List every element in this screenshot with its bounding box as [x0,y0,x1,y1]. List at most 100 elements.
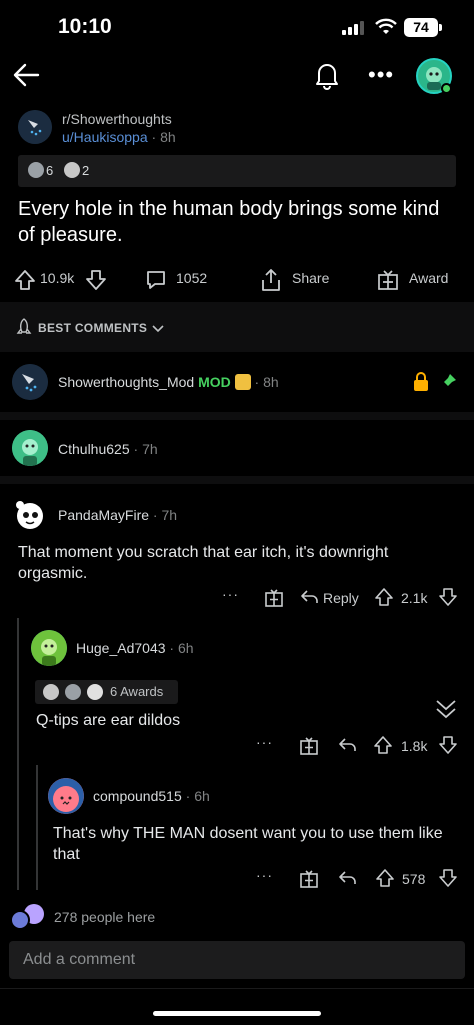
collapse-chevron-icon[interactable] [434,698,458,720]
award-count-1: 6 [46,163,54,178]
comment-sort-dropdown[interactable]: BEST COMMENTS [14,318,164,336]
comment-username[interactable]: Huge_Ad7043 [76,640,166,656]
upvote-icon[interactable] [374,587,394,607]
comment-more-icon[interactable]: ··· [256,867,273,883]
award-gift-icon[interactable] [299,736,319,756]
comment-actions: ··· Reply 2.1k [0,586,474,610]
reply-arrow-icon[interactable] [300,589,318,605]
award-icon [28,162,44,178]
award-count-2: 2 [82,163,90,178]
downvote-icon[interactable] [438,587,458,607]
mod-avatar[interactable] [12,364,48,400]
comment-more-icon[interactable]: ··· [256,734,273,750]
comment-vote-count: 578 [402,871,426,887]
comment-bubble-icon[interactable] [145,269,167,291]
comment-header[interactable]: Cthulhu625 · 7h [58,441,158,457]
downvote-icon[interactable] [438,735,458,755]
comment-username[interactable]: PandaMayFire [58,507,149,523]
post-actions: 10.9k 1052 Share Award [0,262,474,300]
comment-vote-count: 1.8k [401,738,428,754]
award-group-2: 2 [64,162,89,178]
upvote-icon[interactable] [14,269,36,291]
comment-age: 6h [177,640,194,656]
downvote-icon[interactable] [85,269,107,291]
award-button[interactable]: Award [409,270,448,286]
post-vote-count: 10.9k [40,270,75,286]
cellular-signal-icon [342,21,364,35]
comment-avatar[interactable] [12,430,48,466]
rocket-icon [16,318,32,334]
back-arrow-icon[interactable] [12,60,42,90]
comment-username[interactable]: Cthulhu625 [58,441,130,457]
comment-username[interactable]: Showerthoughts_Mod [58,374,194,390]
notification-bell-icon[interactable] [313,60,341,90]
post-author-name[interactable]: u/Haukisoppa [62,129,148,145]
comment-count[interactable]: 1052 [176,270,207,286]
comment-age: 7h [161,507,178,523]
people-here-count: 278 people here [54,909,156,925]
reply-button[interactable]: Reply [323,590,359,606]
share-button[interactable]: Share [292,270,329,286]
online-status-dot [441,83,452,94]
chevron-down-icon [152,325,164,333]
add-comment-input[interactable]: Add a comment [9,941,465,979]
pin-icon [440,374,456,390]
upvote-icon[interactable] [375,868,395,888]
award-group-1: 6 [28,162,53,178]
award-gift-icon[interactable] [377,269,399,291]
comment-header[interactable]: PandaMayFire · 7h [58,507,177,523]
user-avatar[interactable] [416,58,452,94]
awards-count: 6 Awards [110,684,164,699]
comment-body: Q-tips are ear dildos [36,712,181,729]
home-indicator[interactable] [153,1011,321,1016]
sort-label: BEST COMMENTS [38,321,148,335]
battery-indicator: 74 [404,18,438,37]
post-awards-bar[interactable]: 6 2 [18,155,456,187]
post-title[interactable]: Every hole in the human body brings some… [18,196,458,248]
reply-arrow-icon[interactable] [338,737,356,753]
comment-divider [0,412,474,420]
battery-tip [439,24,442,31]
comment-header[interactable]: compound515 · 6h [93,788,210,804]
subreddit-icon[interactable] [18,110,52,144]
comment-avatar[interactable] [48,778,84,814]
comment-actions: ··· 1.8k [0,734,474,758]
award-icon [87,684,103,700]
comment-header[interactable]: Huge_Ad7043 · 6h [76,640,194,656]
mod-comment-header[interactable]: Showerthoughts_Mod MOD · 8h [58,374,279,390]
comment-username[interactable]: compound515 [93,788,182,804]
award-icon [65,684,81,700]
award-gift-icon[interactable] [264,588,284,608]
lock-icon [414,372,428,391]
comment-avatar[interactable] [31,630,67,666]
comment-body: That's why THE MAN dosent want you to us… [53,825,443,863]
silver-award-icon [64,162,80,178]
mod-shield-icon [234,374,251,390]
share-icon[interactable] [260,268,282,292]
reply-arrow-icon[interactable] [338,870,356,886]
subreddit-name[interactable]: r/Showerthoughts [62,111,172,127]
status-time: 10:10 [58,15,112,38]
post-author[interactable]: u/Haukisoppa · 8h [62,129,176,145]
mod-badge: MOD [198,374,231,390]
post-age: 8h [160,129,176,145]
wifi-icon [375,18,397,34]
comment-avatar[interactable] [12,496,48,532]
presence-avatar [10,910,30,930]
comment-age: 7h [142,441,158,457]
comment-actions: ··· 578 [0,867,474,891]
silver-award-icon [43,684,59,700]
comment-vote-count: 2.1k [401,590,428,606]
more-options-icon[interactable]: ••• [368,62,394,88]
upvote-icon[interactable] [373,735,393,755]
comment-age: 8h [263,374,279,390]
comment-more-icon[interactable]: ··· [222,586,239,602]
award-gift-icon[interactable] [299,869,319,889]
comment-age: 6h [194,788,210,804]
comment-divider [0,476,474,484]
comment-awards[interactable]: 6 Awards [35,680,178,704]
people-here-avatars [10,904,46,930]
downvote-icon[interactable] [438,868,458,888]
bottom-divider [0,988,474,989]
comment-body: That moment you scratch that ear itch, i… [18,544,389,582]
